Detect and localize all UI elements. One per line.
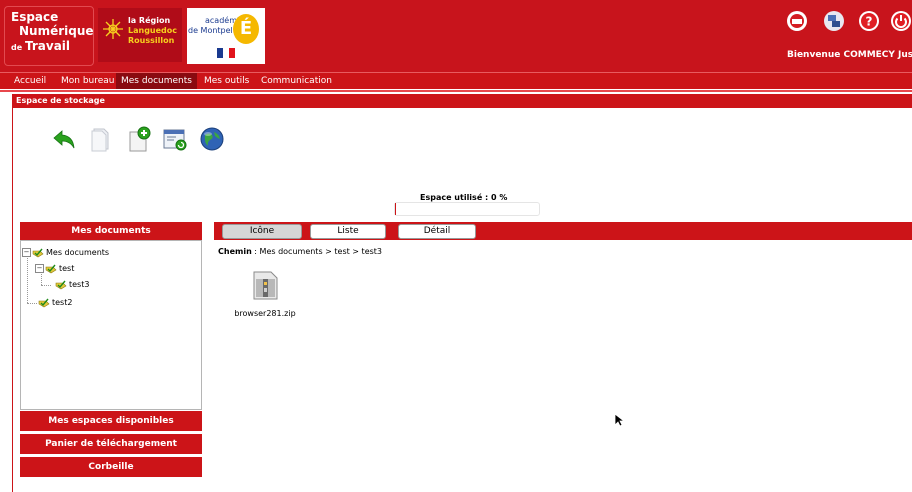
svg-text:?: ? <box>866 15 873 29</box>
ent-logo[interactable]: Espace Numérique de Travail <box>4 6 94 66</box>
academie-logo-letter: É <box>233 14 259 44</box>
section-title: Espace de stockage <box>12 94 912 108</box>
nav-item-mes-documents[interactable]: Mes documents <box>116 73 197 89</box>
view-mode-bar: Icône Liste Détail <box>214 222 912 240</box>
ent-logo-line1: Espace <box>11 10 59 24</box>
ent-home-icon[interactable] <box>786 10 808 32</box>
region-logo[interactable]: la Région Languedoc Roussillon <box>98 8 182 62</box>
academie-logo[interactable]: académie de Montpellier É <box>187 8 265 64</box>
region-logo-line1: la Région <box>128 16 171 25</box>
header-bar: Espace Numérique de Travail la Région La… <box>0 0 912 72</box>
usage-progress-bar <box>394 202 540 216</box>
divider <box>0 90 912 92</box>
file-name: browser281.zip <box>234 309 296 318</box>
usage-progress-fill <box>395 203 396 215</box>
logout-icon[interactable] <box>890 10 912 32</box>
tree-item-label: test2 <box>52 298 73 307</box>
welcome-message: Bienvenue COMMECY Justin <box>787 50 912 60</box>
web-globe-icon[interactable] <box>199 126 225 152</box>
tree-item-test2[interactable]: test2 <box>38 296 72 310</box>
view-icone-button[interactable]: Icône <box>222 224 302 239</box>
network-icon[interactable] <box>823 10 845 32</box>
refresh-window-icon[interactable] <box>162 126 188 152</box>
file-item[interactable]: browser281.zip <box>225 270 305 318</box>
mouse-cursor-icon <box>614 413 624 427</box>
breadcrumb-label: Chemin <box>218 247 252 256</box>
tree-item-test3[interactable]: test3 <box>55 278 89 292</box>
back-arrow-icon[interactable] <box>52 126 78 152</box>
region-logo-line3: Roussillon <box>128 36 175 45</box>
new-document-icon[interactable] <box>126 126 152 152</box>
tree-item-label: test3 <box>69 280 90 289</box>
view-liste-button[interactable]: Liste <box>310 224 386 239</box>
folder-check-icon <box>55 280 67 289</box>
tree-item-mes-documents[interactable]: − Mes documents <box>22 246 109 260</box>
left-panel-title[interactable]: Mes documents <box>20 222 202 240</box>
collapse-icon[interactable]: − <box>22 248 31 257</box>
collapse-icon[interactable]: − <box>35 264 44 273</box>
nav-item-mes-outils[interactable]: Mes outils <box>199 73 254 89</box>
zip-archive-icon <box>253 271 278 300</box>
ent-logo-line3b: Travail <box>25 39 71 53</box>
tree-item-test[interactable]: − test <box>35 262 74 276</box>
ent-logo-line3a: de <box>11 43 23 52</box>
ent-logo-line2: Numérique <box>19 24 94 38</box>
folder-check-icon <box>38 298 50 307</box>
tree-item-label: Mes documents <box>46 248 110 257</box>
breadcrumb: Chemin : Mes documents > test > test3 <box>218 247 382 256</box>
view-detail-button[interactable]: Détail <box>398 224 476 239</box>
nav-item-accueil[interactable]: Accueil <box>9 73 51 89</box>
document-icon[interactable] <box>87 126 113 152</box>
mes-espaces-button[interactable]: Mes espaces disponibles <box>20 411 202 431</box>
folder-check-icon <box>32 248 44 257</box>
corbeille-button[interactable]: Corbeille <box>20 457 202 477</box>
nav-item-mon-bureau[interactable]: Mon bureau <box>56 73 120 89</box>
folder-check-icon <box>45 264 57 273</box>
content-border <box>12 108 13 492</box>
help-icon[interactable]: ? <box>858 10 880 32</box>
occitan-cross-icon <box>103 19 123 39</box>
tree-item-label: test <box>59 264 75 273</box>
folder-tree: − Mes documents − test test3 test2 <box>20 240 202 410</box>
usage-label: Espace utilisé : 0 % <box>420 193 508 202</box>
breadcrumb-value: : Mes documents > test > test3 <box>251 247 383 256</box>
panier-button[interactable]: Panier de téléchargement <box>20 434 202 454</box>
french-flag-icon <box>217 48 235 58</box>
main-nav: Accueil Mon bureau Mes documents Mes out… <box>0 72 912 89</box>
nav-item-communication[interactable]: Communication <box>256 73 337 89</box>
region-logo-line2: Languedoc <box>128 26 178 35</box>
